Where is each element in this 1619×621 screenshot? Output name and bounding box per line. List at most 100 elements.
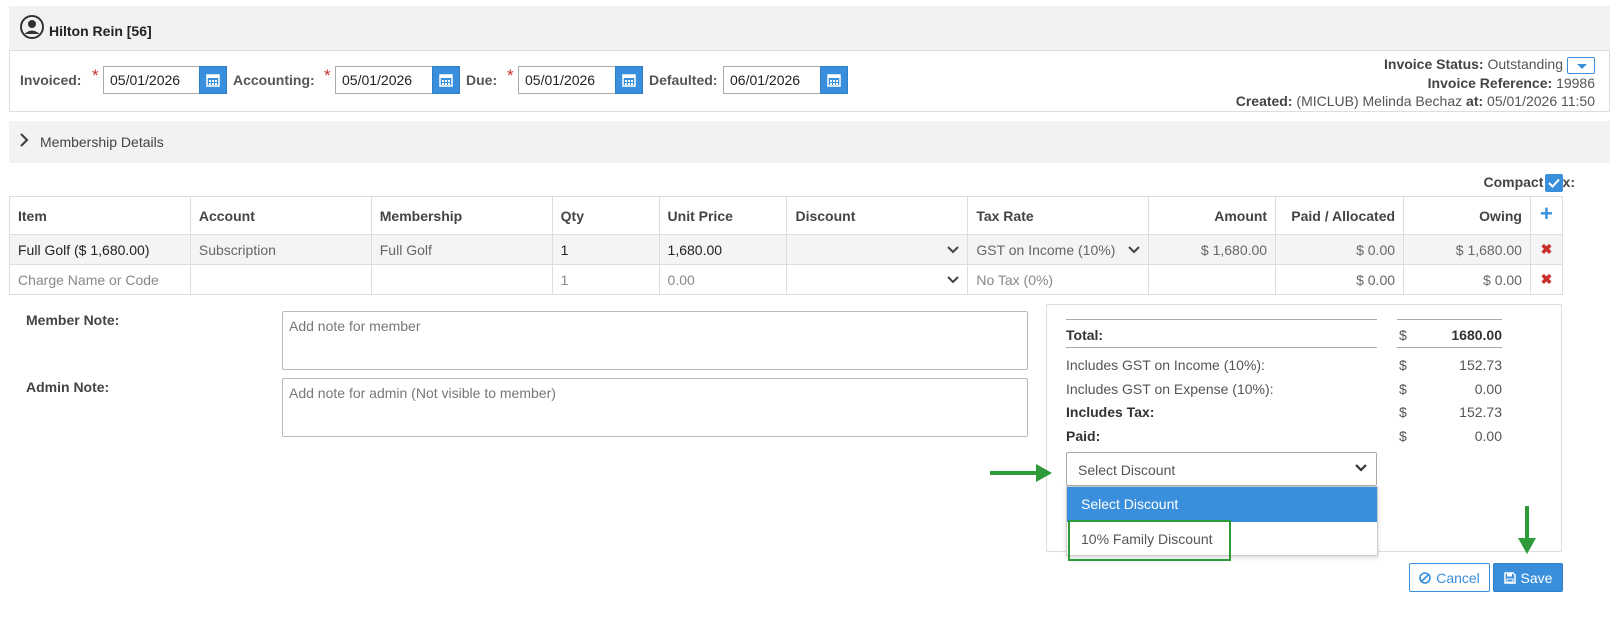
admin-note-label: Admin Note:	[26, 379, 110, 395]
item-cell[interactable]: Charge Name or Code	[9, 264, 191, 295]
discount-cell[interactable]	[786, 234, 969, 265]
chevron-down-icon	[1128, 245, 1140, 253]
chevron-right-icon	[20, 133, 29, 147]
due-label: Due:	[466, 72, 498, 88]
divider	[1066, 319, 1377, 320]
member-note-label: Member Note:	[26, 312, 120, 328]
accounting-calendar-button[interactable]	[432, 66, 460, 94]
floppy-disk-icon	[1503, 571, 1516, 584]
due-calendar-button[interactable]	[615, 66, 643, 94]
currency-symbol: $	[1399, 428, 1407, 444]
includes-tax-label: Includes Tax:	[1066, 404, 1155, 420]
unit-price-cell[interactable]: 1,680.00	[658, 234, 788, 265]
invoice-status-dropdown[interactable]	[1567, 56, 1595, 74]
amount-cell	[1148, 264, 1277, 295]
defaulted-date-input[interactable]: 06/01/2026	[723, 66, 821, 94]
paid-value: 0.00	[1474, 428, 1502, 444]
invoiced-date-input[interactable]: 05/01/2026	[103, 66, 200, 94]
invoice-reference-label: Invoice Reference:	[1427, 74, 1553, 91]
invoice-dates-panel: Invoiced: * 05/01/2026 Accounting: * 05/…	[9, 50, 1610, 112]
required-mark: *	[92, 66, 99, 85]
total-label: Total:	[1066, 327, 1104, 343]
cancel-label: Cancel	[1436, 569, 1480, 586]
member-header: Hilton Rein [56]	[9, 6, 1610, 50]
qty-cell[interactable]: 1	[551, 264, 660, 295]
invoice-items-table: Item Account Membership Qty Unit Price D…	[9, 196, 1564, 295]
account-cell[interactable]	[189, 264, 372, 295]
accounting-label: Accounting:	[233, 72, 315, 88]
created-at-label: at:	[1466, 92, 1484, 109]
currency-symbol: $	[1399, 404, 1407, 420]
delete-row-button[interactable]: ✖	[1529, 264, 1564, 295]
save-button[interactable]: Save	[1493, 563, 1563, 592]
checkmark-icon	[1548, 178, 1560, 188]
cancel-button[interactable]: Cancel	[1409, 563, 1490, 592]
invoice-info: Invoice Status: Outstanding Invoice Refe…	[1236, 55, 1595, 110]
currency-symbol: $	[1399, 327, 1407, 343]
divider	[1397, 319, 1502, 320]
gst-income-label: Includes GST on Income (10%):	[1066, 357, 1265, 373]
highlight-box	[1068, 520, 1231, 561]
membership-details-toggle[interactable]: Membership Details	[9, 121, 1610, 163]
qty-cell[interactable]: 1	[551, 234, 660, 265]
column-header: Membership	[370, 196, 553, 235]
accounting-date-input[interactable]: 05/01/2026	[335, 66, 433, 94]
created-at: 05/01/2026 11:50	[1487, 92, 1595, 109]
divider	[1397, 347, 1502, 348]
table-row: Full Golf ($ 1,680.00) Subscription Full…	[9, 234, 1564, 265]
column-header: Owing	[1403, 196, 1531, 235]
column-header: Paid / Allocated	[1275, 196, 1405, 235]
discount-select[interactable]: Select Discount	[1066, 452, 1377, 486]
chevron-down-icon	[947, 245, 960, 253]
gst-expense-value: 0.00	[1474, 381, 1502, 397]
calendar-icon	[827, 74, 841, 87]
paid-label: Paid:	[1066, 428, 1101, 444]
dropdown-option-select-discount[interactable]: Select Discount	[1067, 487, 1377, 522]
currency-symbol: $	[1399, 381, 1407, 397]
tax-rate-cell[interactable]: GST on Income (10%)	[967, 234, 1150, 265]
defaulted-label: Defaulted:	[649, 72, 718, 88]
invoiced-label: Invoiced:	[20, 72, 82, 88]
column-header: Amount	[1148, 196, 1277, 235]
account-cell[interactable]: Subscription	[189, 234, 372, 265]
total-value: 1680.00	[1451, 327, 1502, 343]
column-header: Tax Rate	[967, 196, 1150, 235]
tax-rate-cell[interactable]: No Tax (0%)	[967, 264, 1150, 295]
column-header: Account	[189, 196, 372, 235]
member-note-input[interactable]: Add note for member	[282, 311, 1028, 370]
unit-price-cell[interactable]: 0.00	[658, 264, 788, 295]
item-cell[interactable]: Full Golf ($ 1,680.00)	[9, 234, 191, 265]
created-label: Created:	[1235, 92, 1293, 109]
chevron-down-icon	[1355, 464, 1367, 472]
invoice-status-value: Outstanding	[1487, 56, 1564, 72]
membership-cell[interactable]	[370, 264, 553, 295]
divider	[1066, 347, 1377, 348]
gst-expense-label: Includes GST on Expense (10%):	[1066, 381, 1274, 397]
membership-details-label: Membership Details	[40, 134, 164, 150]
admin-note-input[interactable]: Add note for admin (Not visible to membe…	[282, 378, 1028, 437]
discount-cell[interactable]	[786, 264, 969, 295]
gst-income-value: 152.73	[1459, 357, 1502, 373]
add-line-button[interactable]: +	[1529, 196, 1564, 235]
table-header-row: Item Account Membership Qty Unit Price D…	[9, 196, 1564, 235]
paid-cell: $ 0.00	[1275, 234, 1405, 265]
save-label: Save	[1520, 569, 1553, 586]
due-date-input[interactable]: 05/01/2026	[518, 66, 616, 94]
arrow-right-icon	[990, 464, 1052, 482]
delete-row-button[interactable]: ✖	[1529, 234, 1564, 265]
ban-icon	[1419, 571, 1432, 584]
invoice-reference-value: 19986	[1556, 74, 1595, 91]
includes-tax-value: 152.73	[1459, 404, 1502, 420]
invoiced-calendar-button[interactable]	[199, 66, 227, 94]
column-header: Qty	[551, 196, 660, 235]
delete-icon: ✖	[1540, 271, 1553, 287]
user-avatar-icon	[20, 15, 44, 39]
membership-cell[interactable]: Full Golf	[370, 234, 553, 265]
compact-tax-checkbox[interactable]	[1545, 174, 1563, 192]
created-by: (MICLUB) Melinda Bechaz	[1296, 92, 1463, 109]
plus-icon: +	[1540, 201, 1553, 226]
member-name: Hilton Rein [56]	[49, 23, 152, 39]
defaulted-calendar-button[interactable]	[820, 66, 848, 94]
paid-cell: $ 0.00	[1275, 264, 1405, 295]
required-mark: *	[324, 66, 331, 85]
